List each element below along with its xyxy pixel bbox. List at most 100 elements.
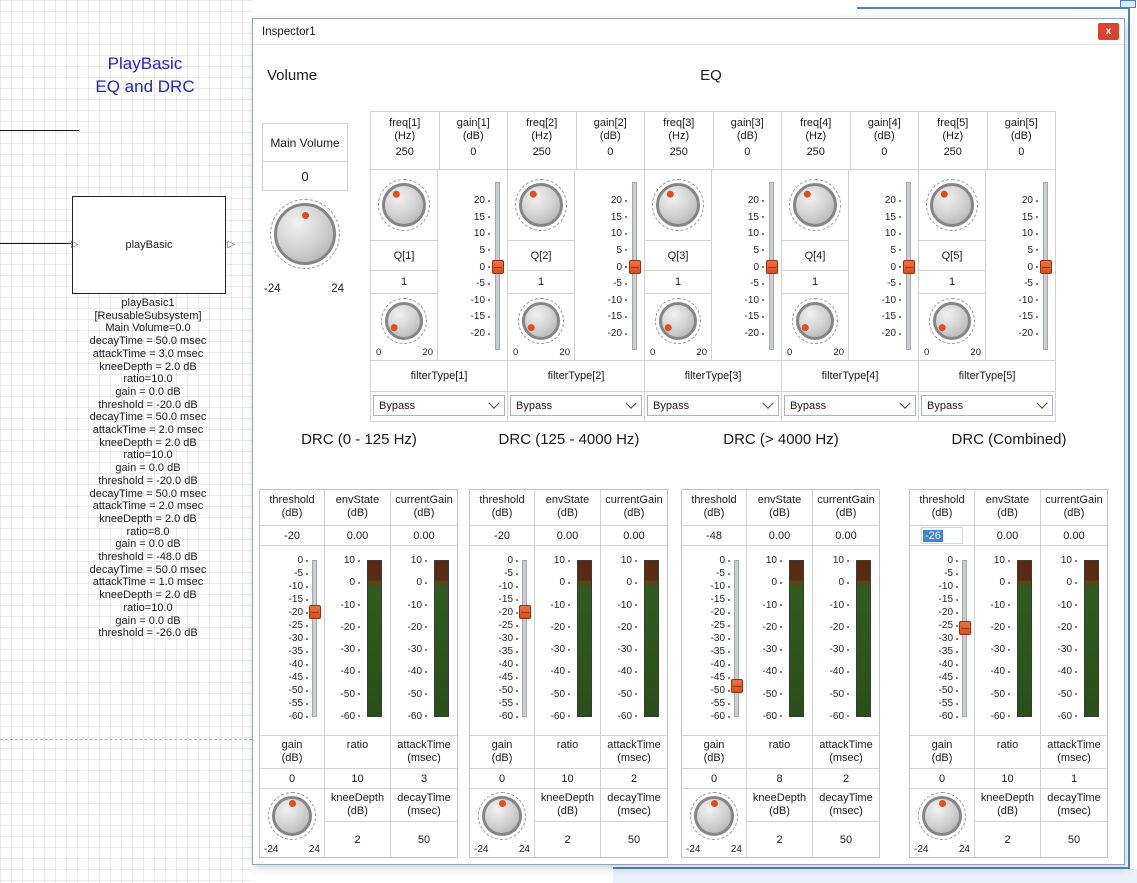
freq-knob[interactable]	[926, 179, 978, 231]
filter-type-dropdown[interactable]: Bypass	[921, 395, 1053, 416]
knob-indicator-dot	[499, 800, 506, 807]
threshold-slider[interactable]: 0-5-10-15-20-25-30-35-40-45-50-55-60	[682, 546, 747, 736]
envstate-header: envState(dB)	[535, 490, 601, 526]
gain-thumb[interactable]	[903, 260, 915, 274]
ratio-value[interactable]: 10	[975, 769, 1041, 789]
gain-slider[interactable]: 20151050-5-10-15-20	[438, 170, 507, 360]
ratio-value[interactable]: 10	[535, 769, 601, 789]
freq-knob[interactable]	[789, 179, 841, 231]
threshold-edit-field[interactable]: -26	[922, 528, 962, 543]
freq-knob[interactable]	[652, 179, 704, 231]
freq-value[interactable]: 250	[782, 146, 850, 159]
gain-value[interactable]: 0	[470, 769, 535, 789]
decaytime-value[interactable]: 50	[1041, 822, 1107, 857]
gain-value[interactable]: 0	[714, 146, 782, 159]
filter-type-dropdown[interactable]: Bypass	[373, 395, 505, 416]
gain-knob[interactable]	[268, 792, 316, 840]
inspector-dialog: Inspector1 x Volume EQ Main Volume 0 -24…	[252, 18, 1125, 865]
freq-header: freq[5] (Hz) 250	[919, 112, 988, 169]
gain-thumb[interactable]	[1040, 260, 1052, 274]
attacktime-value[interactable]: 2	[813, 769, 879, 789]
attacktime-value[interactable]: 3	[391, 769, 457, 789]
gain-slider[interactable]: 20151050-5-10-15-20	[849, 170, 918, 360]
decaytime-value[interactable]: 50	[601, 822, 667, 857]
decaytime-value[interactable]: 50	[813, 822, 879, 857]
filter-type-dropdown[interactable]: Bypass	[784, 395, 916, 416]
freq-value[interactable]: 250	[919, 146, 987, 159]
q-value[interactable]: 1	[371, 271, 437, 294]
freq-value[interactable]: 250	[371, 146, 439, 159]
attacktime-value[interactable]: 1	[1041, 769, 1107, 789]
freq-knob[interactable]	[515, 179, 567, 231]
gain-knob[interactable]	[478, 792, 526, 840]
q-value[interactable]: 1	[645, 271, 711, 294]
threshold-thumb[interactable]	[731, 679, 743, 693]
threshold-value[interactable]: -20	[260, 526, 325, 546]
gain-knob[interactable]	[690, 792, 738, 840]
freq-label: freq[1]	[371, 117, 439, 130]
dialog-titlebar[interactable]: Inspector1 x	[253, 19, 1124, 45]
gain-value[interactable]: 0	[577, 146, 645, 159]
gain-slider[interactable]: 20151050-5-10-15-20	[986, 170, 1055, 360]
q-knob[interactable]	[518, 298, 564, 344]
signal-line	[0, 130, 79, 131]
main-volume-value[interactable]: 0	[263, 162, 347, 190]
threshold-slider[interactable]: 0-5-10-15-20-25-30-35-40-45-50-55-60	[910, 546, 975, 736]
threshold-value[interactable]: -48	[682, 526, 747, 546]
currentgain-header: currentGain(dB)	[813, 490, 879, 526]
threshold-value[interactable]: -26	[910, 526, 975, 546]
kneedepth-value[interactable]: 2	[535, 822, 600, 857]
freq-header: freq[2] (Hz) 250	[508, 112, 577, 169]
model-title-line1: PlayBasic	[55, 52, 235, 75]
kneedepth-value[interactable]: 2	[747, 822, 812, 857]
subsystem-block[interactable]: ▷ playBasic ▷	[72, 196, 226, 294]
gain-value[interactable]: 0	[851, 146, 919, 159]
filter-type-value: Bypass	[927, 400, 963, 412]
threshold-thumb[interactable]	[959, 621, 971, 635]
kneedepth-value[interactable]: 2	[975, 822, 1040, 857]
gain-thumb[interactable]	[629, 260, 641, 274]
q-knob[interactable]	[929, 298, 975, 344]
q-value[interactable]: 1	[919, 271, 985, 294]
q-value[interactable]: 1	[782, 271, 848, 294]
threshold-thumb[interactable]	[519, 605, 531, 619]
gain-value[interactable]: 0	[440, 146, 508, 159]
drc-panel-4: threshold(dB) envState(dB) currentGain(d…	[909, 489, 1108, 858]
attacktime-header: attackTime(msec)	[813, 736, 879, 769]
attacktime-value[interactable]: 2	[601, 769, 667, 789]
gain-value[interactable]: 0	[682, 769, 747, 789]
decaytime-value[interactable]: 50	[391, 822, 457, 857]
scrollbar-fragment[interactable]	[613, 869, 1137, 883]
main-volume-knob[interactable]	[270, 199, 340, 269]
main-volume-knob-cell: -24 24	[262, 191, 348, 303]
q-knob[interactable]	[655, 298, 701, 344]
threshold-slider[interactable]: 0-5-10-15-20-25-30-35-40-45-50-55-60	[470, 546, 535, 736]
ratio-value[interactable]: 10	[325, 769, 391, 789]
kneedepth-value[interactable]: 2	[325, 822, 390, 857]
close-button[interactable]: x	[1098, 23, 1119, 40]
gain-thumb[interactable]	[766, 260, 778, 274]
filter-type-dropdown[interactable]: Bypass	[510, 395, 642, 416]
threshold-slider[interactable]: 0-5-10-15-20-25-30-35-40-45-50-55-60	[260, 546, 325, 736]
gain-slider[interactable]: 20151050-5-10-15-20	[712, 170, 781, 360]
ratio-value[interactable]: 8	[747, 769, 813, 789]
gain-value[interactable]: 0	[260, 769, 325, 789]
gain-value[interactable]: 0	[988, 146, 1056, 159]
freq-value[interactable]: 250	[645, 146, 713, 159]
envstate-value: 0.00	[535, 526, 601, 546]
meter-scale: 100-10-20-30-40-50-60	[391, 554, 427, 723]
freq-value[interactable]: 250	[508, 146, 576, 159]
gain-value[interactable]: 0	[910, 769, 975, 789]
q-min-label: 0	[924, 347, 929, 358]
q-knob[interactable]	[381, 298, 427, 344]
freq-knob[interactable]	[378, 179, 430, 231]
threshold-value[interactable]: -20	[470, 526, 535, 546]
filter-type-dropdown[interactable]: Bypass	[647, 395, 779, 416]
q-knob[interactable]	[792, 298, 838, 344]
threshold-header: threshold(dB)	[682, 490, 747, 526]
gain-thumb[interactable]	[492, 260, 504, 274]
gain-slider[interactable]: 20151050-5-10-15-20	[575, 170, 644, 360]
q-value[interactable]: 1	[508, 271, 574, 294]
threshold-thumb[interactable]	[309, 605, 321, 619]
gain-knob[interactable]	[918, 792, 966, 840]
